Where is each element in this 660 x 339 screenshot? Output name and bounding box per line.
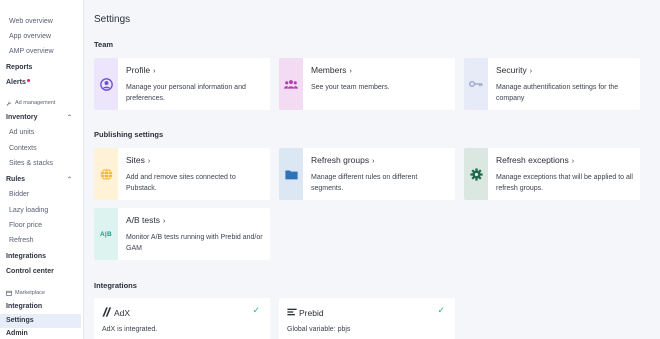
sidebar-section-label: Ad management <box>15 100 56 106</box>
sites-card-description: Add and remove sites connected to Pubsta… <box>126 174 236 192</box>
ab-split-icon: A|B <box>99 230 113 238</box>
sidebar-item-lazy-loading[interactable]: Lazy loading <box>9 207 48 214</box>
members-card-title: Members › <box>311 65 352 75</box>
page-title: Settings <box>94 14 131 25</box>
main-content: Settings Team Profile › Manage your perso… <box>85 0 660 339</box>
prebid-description: Global variable: pbjs <box>287 326 351 333</box>
section-team-heading: Team <box>94 40 114 49</box>
gear-icon <box>469 167 483 181</box>
sites-icon-strip <box>94 148 118 200</box>
sidebar-item-amp-overview[interactable]: AMP overview <box>9 48 54 55</box>
sidebar-item-sites-stacks[interactable]: Sites & stacks <box>9 160 53 167</box>
security-card-title: Security › <box>496 65 532 75</box>
sidebar-item-alerts-label: Alerts <box>6 79 26 86</box>
members-icon-strip <box>279 58 303 110</box>
sidebar-item-integration[interactable]: Integration <box>6 303 42 310</box>
section-integrations-heading: Integrations <box>94 281 137 290</box>
profile-title-text: Profile <box>126 65 151 75</box>
sites-title-text: Sites <box>126 155 145 165</box>
wrench-icon <box>6 100 12 106</box>
sidebar-item-control-center[interactable]: Control center <box>6 268 54 275</box>
sidebar-item-ad-units[interactable]: Ad units <box>9 129 34 136</box>
sidebar-item-settings[interactable]: Settings <box>6 317 34 324</box>
ab-tests-title-text: A/B tests <box>126 215 161 225</box>
alert-dot-icon <box>26 79 30 82</box>
chevron-right-icon: › <box>529 68 533 75</box>
refresh-groups-title-text: Refresh groups <box>311 155 370 165</box>
adx-title: AdX <box>114 308 131 318</box>
ab-tests-card-title: A/B tests › <box>126 215 165 225</box>
sidebar: Web overview App overview AMP overview R… <box>0 0 84 339</box>
sidebar-item-reports[interactable]: Reports <box>6 64 32 71</box>
security-card[interactable]: Security › Manage authentification settin… <box>464 58 640 110</box>
folder-icon <box>284 169 298 179</box>
profile-card-description: Manage your personal information and pre… <box>126 84 246 102</box>
refresh-exceptions-card-title: Refresh exceptions › <box>496 155 574 165</box>
check-icon: ✓ <box>437 305 445 315</box>
user-circle-icon <box>99 77 113 91</box>
members-title-text: Members <box>311 65 347 75</box>
sidebar-item-label: Rules <box>6 176 26 183</box>
prebid-integration-card[interactable]: Prebid ✓ Global variable: pbjs <box>279 298 455 339</box>
chevron-right-icon: › <box>571 158 575 165</box>
store-icon <box>6 290 12 296</box>
sidebar-item-refresh[interactable]: Refresh <box>9 237 34 244</box>
sidebar-item-integrations[interactable]: Integrations <box>6 253 46 260</box>
section-publishing-heading: Publishing settings <box>94 130 164 139</box>
sidebar-section-marketplace: Marketplace <box>6 290 45 296</box>
adx-logo-icon <box>102 307 112 317</box>
refresh-exceptions-card[interactable]: Refresh exceptions › Manage exceptions th… <box>464 148 640 200</box>
sidebar-item-label: Inventory <box>6 114 38 121</box>
profile-card[interactable]: Profile › Manage your personal informatio… <box>94 58 270 110</box>
refresh-exceptions-card-description: Manage exceptions that will be applied t… <box>496 174 633 192</box>
security-title-text: Security <box>496 65 527 75</box>
profile-card-title: Profile › <box>126 65 155 75</box>
chevron-up-icon: ⌃ <box>66 115 72 121</box>
prebid-title: Prebid <box>299 308 324 318</box>
check-icon: ✓ <box>252 305 260 315</box>
ab-tests-card-description: Monitor A/B tests running with Prebid an… <box>126 234 263 252</box>
refresh-groups-card-description: Manage different rules on different segm… <box>311 174 418 192</box>
refresh-groups-card-title: Refresh groups › <box>311 155 374 165</box>
team-icon <box>284 80 298 89</box>
refresh-groups-icon-strip <box>279 148 303 200</box>
sidebar-item-alerts[interactable]: Alerts <box>6 79 30 86</box>
chevron-right-icon: › <box>147 158 151 165</box>
ab-tests-card[interactable]: A|B A/B tests › Monitor A/B tests running… <box>94 208 270 260</box>
prebid-logo-icon <box>287 308 297 316</box>
ab-tests-icon-strip: A|B <box>94 208 118 260</box>
adx-description: AdX is integrated. <box>102 326 158 333</box>
sidebar-item-web-overview[interactable]: Web overview <box>9 18 53 25</box>
sidebar-item-bidder[interactable]: Bidder <box>9 191 29 198</box>
chevron-right-icon: › <box>372 158 375 165</box>
sidebar-item-inventory[interactable]: Inventory ⌃ <box>6 114 80 121</box>
adx-integration-card[interactable]: AdX ✓ AdX is integrated. <box>94 298 270 339</box>
sites-card[interactable]: Sites › Add and remove sites connected to… <box>94 148 270 200</box>
refresh-exceptions-icon-strip <box>464 148 488 200</box>
sidebar-item-app-overview[interactable]: App overview <box>9 33 51 40</box>
sidebar-item-contexts[interactable]: Contexts <box>9 145 37 152</box>
sidebar-section-label: Marketplace <box>15 290 45 296</box>
refresh-groups-card[interactable]: Refresh groups › Manage different rules o… <box>279 148 455 200</box>
chevron-right-icon: › <box>153 68 156 75</box>
chevron-up-icon: ⌃ <box>66 177 72 183</box>
security-icon-strip <box>464 58 488 110</box>
chevron-right-icon: › <box>163 218 166 225</box>
sidebar-item-admin[interactable]: Admin <box>6 330 28 337</box>
sites-card-title: Sites › <box>126 155 150 165</box>
key-icon <box>469 80 483 88</box>
profile-icon-strip <box>94 58 118 110</box>
sidebar-item-floor-price[interactable]: Floor price <box>9 222 42 229</box>
security-card-description: Manage authentification settings for the… <box>496 84 619 102</box>
sidebar-item-rules[interactable]: Rules ⌃ <box>6 176 80 183</box>
sidebar-section-ad-management: Ad management <box>6 100 55 106</box>
refresh-exceptions-title-text: Refresh exceptions <box>496 155 569 165</box>
globe-icon <box>100 167 112 181</box>
chevron-right-icon: › <box>349 68 352 75</box>
members-card[interactable]: Members › See your team members. <box>279 58 455 110</box>
members-card-description: See your team members. <box>311 84 390 91</box>
